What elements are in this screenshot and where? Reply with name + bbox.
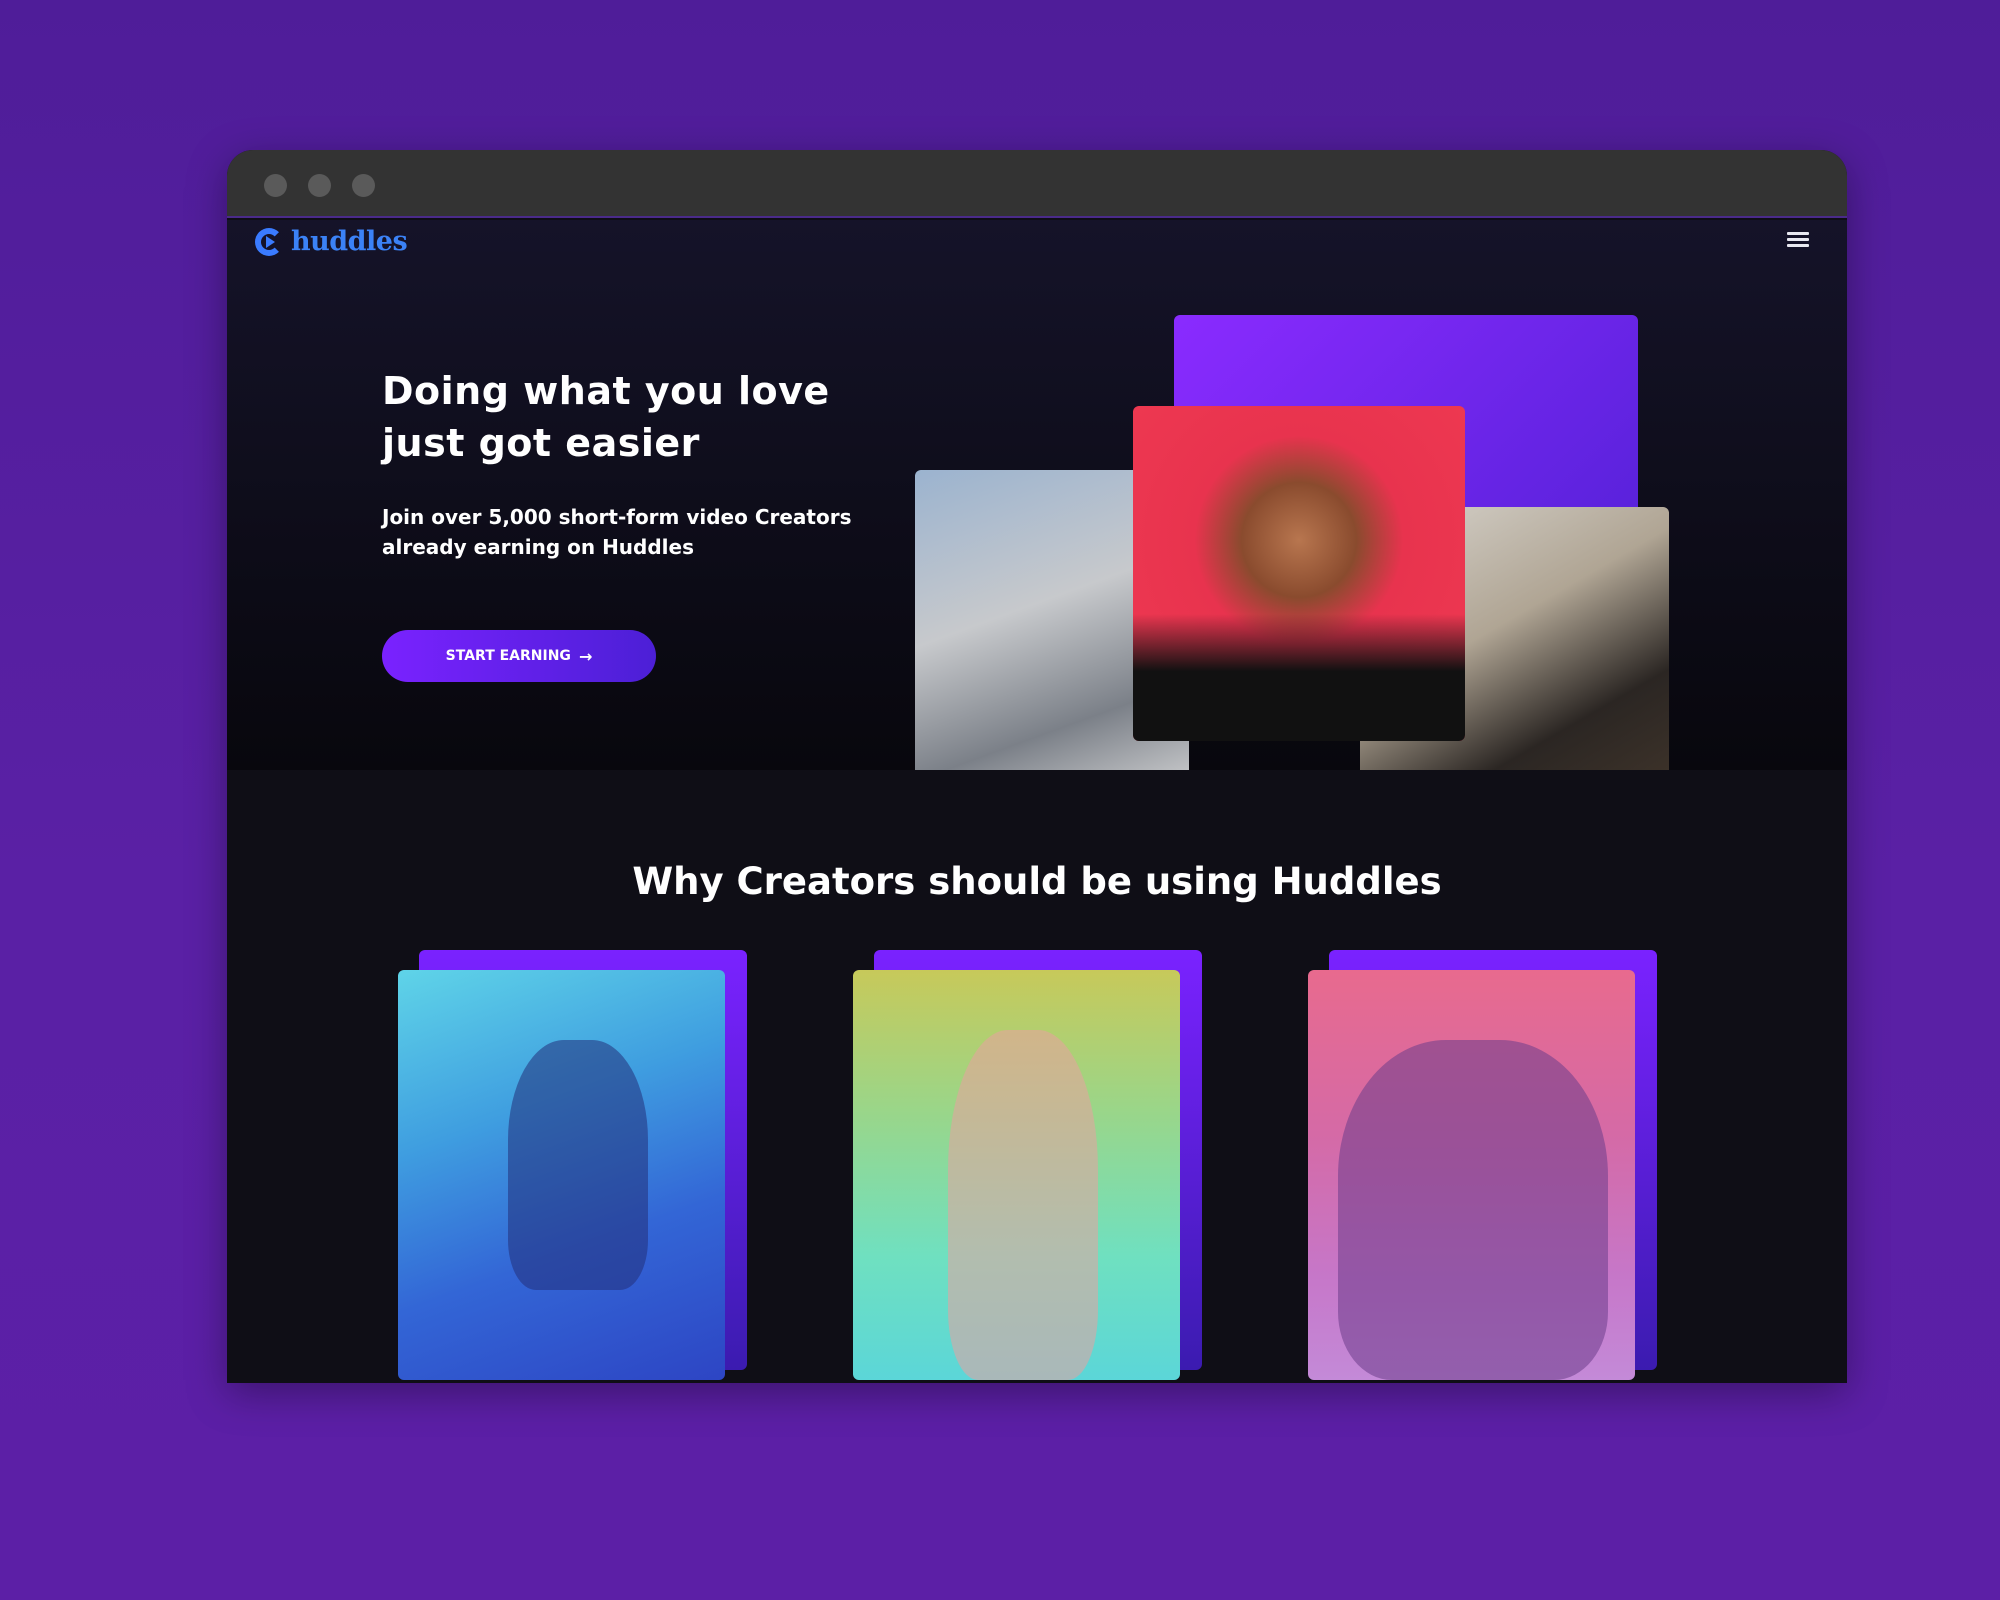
features-section: Why Creators should be using Huddles (227, 770, 1847, 1383)
hero-section: huddles Doing what you love just got eas… (227, 220, 1847, 896)
huddles-logo-icon (255, 227, 283, 256)
features-title: Why Creators should be using Huddles (632, 860, 1442, 903)
hero-subcopy: Join over 5,000 short-form video Creator… (382, 505, 852, 559)
window-zoom-dot[interactable] (352, 174, 375, 197)
window-minimize-dot[interactable] (308, 174, 331, 197)
arrow-right-icon: → (578, 646, 593, 666)
browser-window: huddles Doing what you love just got eas… (227, 150, 1847, 1383)
logo-wordmark: huddles (291, 226, 408, 257)
feature-card-image-3 (1308, 970, 1635, 1380)
site-logo[interactable]: huddles (255, 226, 408, 257)
window-close-dot[interactable] (264, 174, 287, 197)
start-earning-button[interactable]: START EARNING → (382, 630, 656, 682)
feature-card-image-1 (398, 970, 725, 1380)
browser-titlebar (227, 150, 1847, 218)
hero-headline: Doing what you love just got easier (382, 369, 830, 465)
hamburger-menu-icon[interactable] (1787, 232, 1809, 248)
figure-silhouette (508, 1040, 648, 1290)
creator-photo-smiling (1133, 406, 1465, 741)
figure-silhouette (1338, 1040, 1608, 1380)
cta-label: START EARNING (445, 648, 571, 664)
figure-silhouette (948, 1030, 1098, 1380)
feature-card-image-2 (853, 970, 1180, 1380)
